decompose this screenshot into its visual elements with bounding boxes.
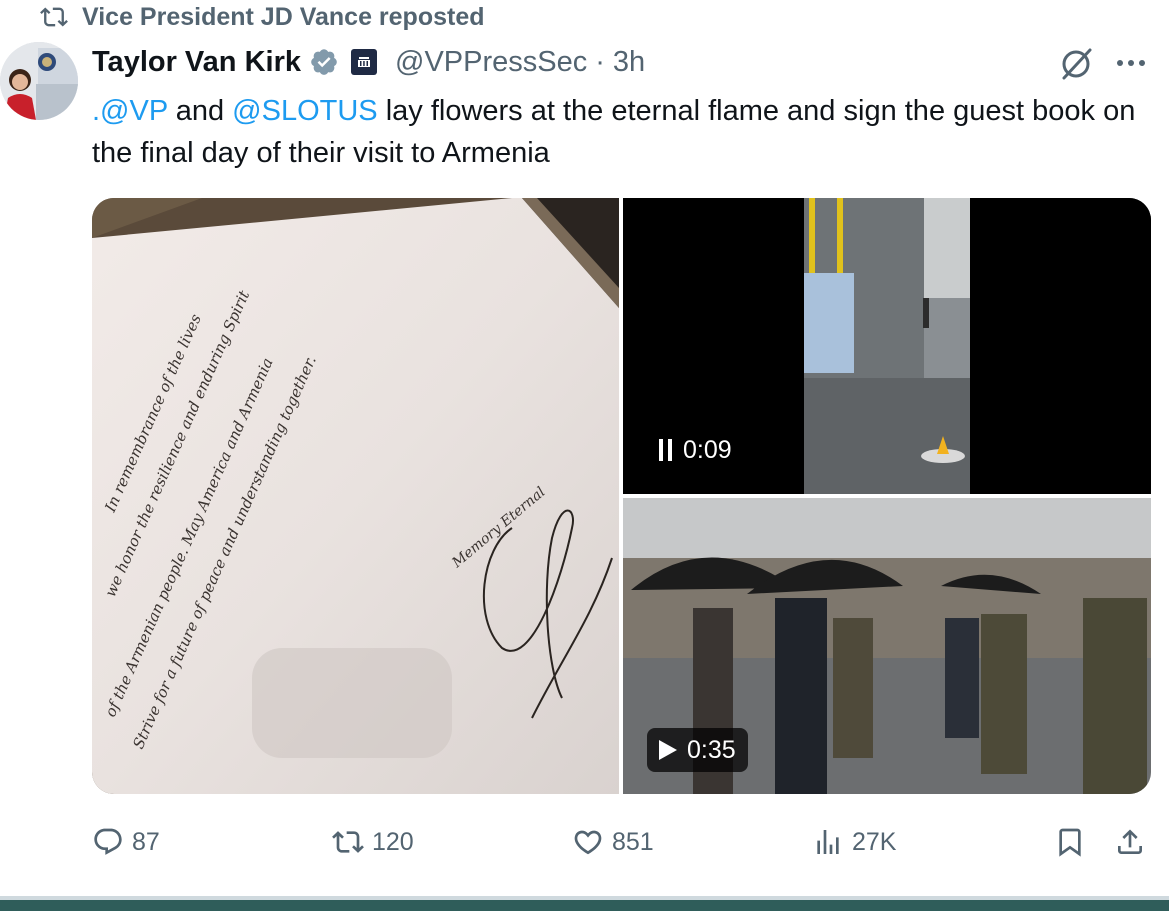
video-2-status[interactable]: 0:35 — [647, 728, 748, 772]
repost-button[interactable]: 120 — [332, 822, 414, 862]
views-count: 27K — [852, 827, 897, 856]
author-name[interactable]: Taylor Van Kirk — [92, 46, 301, 79]
share-icon — [1118, 829, 1142, 854]
affiliation-badge-icon[interactable] — [351, 49, 377, 75]
like-count: 851 — [612, 827, 654, 856]
media-grid: In remembrance of the lives we honor the… — [92, 198, 1151, 794]
avatar-image — [0, 42, 78, 120]
action-bar: 87 120 851 27K — [92, 822, 1152, 862]
video-1-duration: 0:09 — [683, 435, 732, 464]
more-options-icon[interactable] — [1114, 50, 1148, 76]
reply-button[interactable]: 87 — [92, 822, 160, 862]
bottom-bar — [0, 900, 1169, 911]
repost-label: Vice President JD Vance reposted — [82, 2, 485, 31]
mention-vp[interactable]: .@VP — [92, 95, 168, 127]
separator-dot: · — [595, 45, 605, 78]
repost-count: 120 — [372, 827, 414, 856]
repost-icon — [40, 7, 68, 27]
tweet-text: .@VP and @SLOTUS lay flowers at the eter… — [92, 90, 1142, 174]
video-1-status[interactable]: 0:09 — [647, 428, 744, 472]
bookmark-icon — [1059, 828, 1081, 857]
pause-icon[interactable] — [659, 439, 673, 461]
repost-icon — [332, 831, 364, 853]
share-button[interactable] — [1114, 822, 1146, 862]
views-chart-icon — [817, 830, 839, 854]
video-ceremony[interactable]: 0:35 — [623, 498, 1151, 794]
reply-icon — [94, 828, 122, 855]
reply-count: 87 — [132, 827, 160, 856]
like-button[interactable]: 851 — [572, 822, 654, 862]
text-segment: and — [167, 95, 233, 127]
play-icon[interactable] — [659, 740, 677, 760]
repost-context[interactable]: Vice President JD Vance reposted — [40, 2, 485, 32]
government-seal-icon — [358, 57, 370, 67]
avatar[interactable] — [0, 42, 78, 120]
verified-badge-icon[interactable] — [309, 47, 339, 77]
grok-icon[interactable] — [1058, 46, 1094, 82]
guest-book-image: In remembrance of the lives we honor the… — [92, 198, 619, 794]
timestamp[interactable]: 3h — [613, 46, 645, 79]
mention-slotus[interactable]: @SLOTUS — [232, 95, 377, 127]
guest-book-photo[interactable]: In remembrance of the lives we honor the… — [92, 198, 619, 794]
video-eternal-flame[interactable]: 0:09 — [623, 198, 1151, 494]
bookmark-button[interactable] — [1054, 822, 1086, 862]
heart-icon — [574, 830, 602, 855]
views-button[interactable]: 27K — [812, 822, 896, 862]
tweet-header: Taylor Van Kirk @VPPressSec · 3h — [92, 42, 645, 82]
author-handle[interactable]: @VPPressSec — [395, 46, 587, 79]
video-2-duration: 0:35 — [687, 735, 736, 764]
